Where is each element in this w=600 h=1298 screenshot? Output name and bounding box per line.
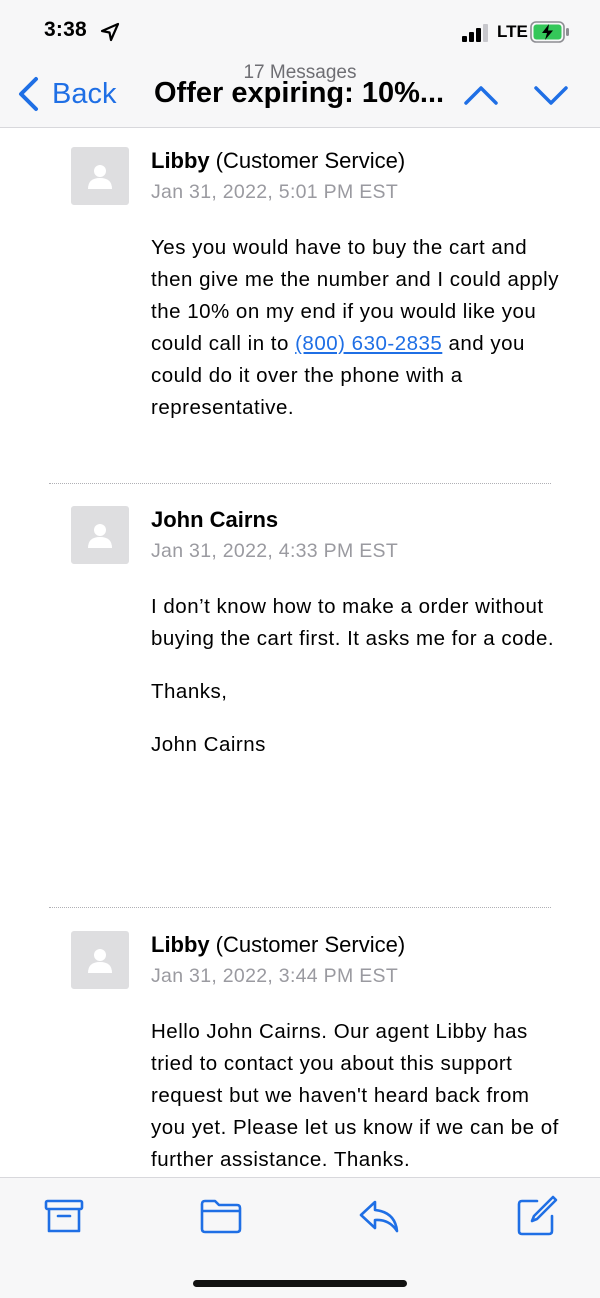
status-time: 3:38 bbox=[44, 18, 87, 41]
body-paragraph: John Cairns bbox=[151, 733, 266, 756]
message-list[interactable]: Libby (Customer Service) Jan 31, 2022, 5:… bbox=[0, 129, 600, 1177]
back-label: Back bbox=[52, 77, 117, 110]
body-paragraph: I don’t know how to make a order without… bbox=[151, 595, 555, 650]
phone-link[interactable]: (800) 630-2835 bbox=[295, 332, 442, 355]
message-body: Hello John Cairns. Our agent Libby has t… bbox=[151, 1020, 559, 1171]
signal-bars-icon bbox=[462, 24, 488, 42]
reply-icon[interactable] bbox=[357, 1194, 401, 1238]
sender-role: (Customer Service) bbox=[215, 148, 406, 173]
mail-thread-screen: 3:38 LTE Back 17 Messages Offer expiring… bbox=[0, 0, 600, 1298]
sender-line: Libby (Customer Service) bbox=[151, 931, 405, 959]
chevron-up-icon[interactable] bbox=[461, 80, 501, 110]
archive-icon[interactable] bbox=[42, 1194, 86, 1238]
navigation-bar: Back 17 Messages Offer expiring: 10%... bbox=[0, 62, 600, 128]
person-icon bbox=[88, 949, 112, 973]
divider bbox=[49, 907, 551, 908]
chevron-down-icon[interactable] bbox=[531, 80, 571, 110]
folder-icon[interactable] bbox=[199, 1194, 243, 1238]
avatar bbox=[71, 931, 129, 989]
home-indicator[interactable] bbox=[193, 1280, 407, 1287]
person-icon bbox=[88, 165, 112, 189]
compose-icon[interactable] bbox=[515, 1194, 559, 1238]
sender-role: (Customer Service) bbox=[215, 932, 406, 957]
timestamp: Jan 31, 2022, 5:01 PM EST bbox=[151, 181, 399, 203]
bottom-toolbar bbox=[0, 1177, 600, 1298]
sender-name: John Cairns bbox=[151, 507, 279, 532]
message-body: I don’t know how to make a order without… bbox=[151, 591, 561, 782]
sender-name: Libby bbox=[151, 932, 210, 957]
person-icon bbox=[88, 524, 112, 548]
sender-line: Libby (Customer Service) bbox=[151, 147, 405, 175]
avatar bbox=[71, 147, 129, 205]
back-button[interactable]: Back bbox=[16, 74, 116, 114]
chevron-left-icon bbox=[19, 77, 38, 111]
network-label: LTE bbox=[497, 22, 528, 41]
battery-charging-icon bbox=[530, 21, 569, 43]
avatar bbox=[71, 506, 129, 564]
body-paragraph: Thanks, bbox=[151, 680, 228, 703]
status-bar: 3:38 LTE bbox=[0, 0, 600, 62]
message-body: Yes you would have to buy the cart and t… bbox=[151, 232, 561, 424]
location-arrow-icon bbox=[100, 22, 120, 42]
timestamp: Jan 31, 2022, 3:44 PM EST bbox=[151, 965, 399, 987]
timestamp: Jan 31, 2022, 4:33 PM EST bbox=[151, 540, 399, 562]
sender-line: John Cairns bbox=[151, 506, 278, 534]
divider bbox=[49, 483, 551, 484]
sender-name: Libby bbox=[151, 148, 210, 173]
thread-title: Offer expiring: 10%... bbox=[154, 77, 445, 109]
